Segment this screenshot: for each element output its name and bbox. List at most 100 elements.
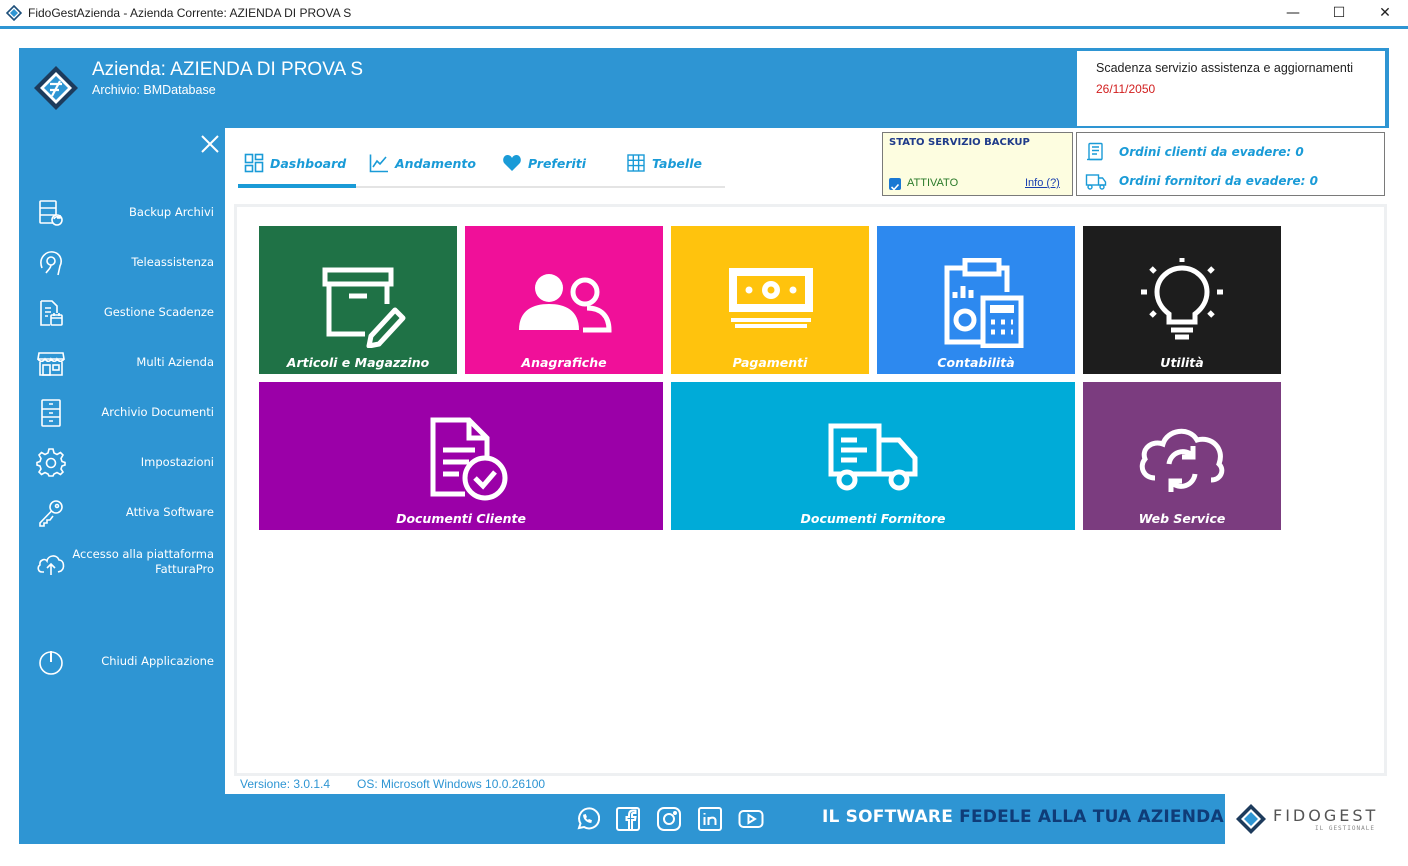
sidebar-item-chiudi-applicazione[interactable]: Chiudi Applicazione	[30, 641, 220, 681]
orders-suppliers-text: Ordini fornitori da evadere: 0	[1119, 174, 1318, 188]
tile-documenti-cliente[interactable]: Documenti Cliente	[259, 382, 663, 530]
key-icon	[39, 500, 63, 527]
sidebar-item-fatturapro[interactable]: Accesso alla piattaforma FatturaPro	[30, 542, 220, 582]
sidebar-item-label: Accesso alla piattaforma FatturaPro	[72, 547, 214, 576]
deadline-date: 26/11/2050	[1096, 82, 1156, 96]
youtube-icon[interactable]	[738, 806, 764, 832]
tab-dashboard[interactable]: Dashboard	[244, 140, 346, 186]
dashboard-icon	[244, 153, 264, 173]
close-window-button[interactable]: ✕	[1362, 0, 1408, 26]
tab-label: Andamento	[395, 155, 476, 171]
sidebar-item-label: Attiva Software	[125, 504, 214, 519]
tab-bar: Dashboard Andamento Preferiti Tabelle	[238, 140, 725, 188]
banknote-icon	[729, 268, 813, 328]
sidebar-item-archivio-documenti[interactable]: Archivio Documenti	[30, 392, 220, 432]
truck-icon	[828, 423, 918, 491]
sidebar-item-label: Multi Azienda	[136, 354, 214, 369]
tile-label: Anagrafiche	[521, 355, 607, 370]
check-icon	[890, 183, 900, 191]
close-sidebar-icon[interactable]	[199, 133, 221, 155]
database-refresh-icon	[39, 200, 63, 226]
maximize-button[interactable]: ☐	[1316, 0, 1362, 26]
footer-slogan: IL SOFTWARE FEDELE ALLA TUA AZIENDA	[822, 807, 1224, 827]
slogan-part-b: FEDELE ALLA TUA AZIENDA	[959, 807, 1224, 827]
orders-clients-row[interactable]: Ordini clienti da evadere: 0	[1085, 141, 1304, 163]
brand-subtitle: IL GESTIONALE	[1315, 825, 1375, 832]
minimize-button[interactable]: —	[1270, 0, 1316, 26]
version-text: Versione: 3.0.1.4	[240, 777, 331, 791]
archive-box-edit-icon	[322, 267, 406, 348]
cloud-upload-icon	[37, 555, 65, 575]
sidebar-item-multi-azienda[interactable]: Multi Azienda	[30, 342, 220, 382]
tile-pagamenti[interactable]: Pagamenti	[671, 226, 869, 374]
tile-label: Documenti Cliente	[396, 511, 526, 526]
slogan-part-a: IL SOFTWARE	[822, 807, 960, 827]
window-title: FidoGestAzienda - Azienda Corrente: AZIE…	[28, 6, 352, 20]
backup-status-text: ATTIVATO	[907, 177, 959, 189]
tab-label: Tabelle	[652, 155, 702, 171]
tile-label: Contabilità	[937, 355, 1015, 370]
cloud-sync-icon	[1139, 428, 1225, 492]
orders-panel: Ordini clienti da evadere: 0 Ordini forn…	[1076, 132, 1385, 196]
heart-icon	[503, 154, 521, 171]
tab-label: Preferiti	[528, 155, 587, 171]
order-list-icon	[1087, 142, 1103, 161]
tab-andamento[interactable]: Andamento	[369, 140, 476, 186]
sidebar-item-attiva-software[interactable]: Attiva Software	[30, 492, 220, 532]
sidebar-item-label: Impostazioni	[140, 454, 214, 469]
grid-icon	[627, 154, 645, 172]
sidebar-item-backup-archivi[interactable]: Backup Archivi	[30, 192, 220, 232]
sidebar-item-impostazioni[interactable]: Impostazioni	[30, 442, 220, 482]
company-name: Azienda: AZIENDA DI PROVA S	[92, 59, 364, 80]
tile-label: Pagamenti	[732, 355, 808, 370]
fidogest-brand-logo-icon	[1236, 804, 1266, 834]
linkedin-icon[interactable]	[697, 806, 723, 832]
lightbulb-icon	[1141, 258, 1223, 340]
archive-name: Archivio: BMDatabase	[92, 83, 216, 97]
sidebar-item-label: Backup Archivi	[129, 204, 214, 219]
gear-icon	[36, 448, 66, 477]
active-tab-indicator	[238, 184, 356, 188]
headset-icon	[40, 251, 62, 276]
os-text: OS: Microsoft Windows 10.0.26100	[357, 777, 546, 791]
sidebar-item-teleassistenza[interactable]: Teleassistenza	[30, 242, 220, 282]
backup-title: STATO SERVIZIO BACKUP	[889, 137, 1030, 148]
facebook-icon[interactable]	[615, 806, 641, 832]
backup-checkbox[interactable]	[889, 178, 901, 191]
backup-info-link[interactable]: Info (?)	[1025, 177, 1060, 189]
tile-documenti-fornitore[interactable]: Documenti Fornitore	[671, 382, 1075, 530]
tile-anagrafiche[interactable]: Anagrafiche	[465, 226, 663, 374]
sidebar-item-label: Teleassistenza	[131, 254, 214, 269]
whatsapp-icon[interactable]	[574, 806, 600, 832]
app-logo-icon	[6, 5, 22, 21]
power-icon	[39, 651, 63, 675]
tile-label: Utilità	[1160, 355, 1204, 370]
title-accent-line	[0, 26, 1408, 29]
instagram-icon[interactable]	[656, 806, 682, 832]
tile-web-service[interactable]: Web Service	[1083, 382, 1281, 530]
orders-clients-text: Ordini clienti da evadere: 0	[1119, 145, 1304, 159]
sidebar-item-label: Chiudi Applicazione	[101, 653, 214, 668]
delivery-truck-icon	[1085, 174, 1107, 190]
deadline-panel: Scadenza servizio assistenza e aggiornam…	[1075, 49, 1387, 128]
sidebar-item-label: Archivio Documenti	[101, 404, 214, 419]
brand-box: FIDOGEST IL GESTIONALE	[1225, 794, 1389, 844]
sidebar-item-gestione-scadenze[interactable]: Gestione Scadenze	[30, 292, 220, 332]
tile-contabilita[interactable]: Contabilità	[877, 226, 1075, 374]
tab-label: Dashboard	[270, 155, 347, 171]
deadline-label: Scadenza servizio assistenza e aggiornam…	[1096, 61, 1354, 75]
document-calendar-icon	[40, 300, 63, 326]
tab-preferiti[interactable]: Preferiti	[502, 140, 586, 186]
orders-suppliers-row[interactable]: Ordini fornitori da evadere: 0	[1085, 170, 1318, 192]
tab-tabelle[interactable]: Tabelle	[626, 140, 702, 186]
brand-name: FIDOGEST	[1273, 806, 1379, 825]
document-check-icon	[430, 417, 508, 501]
title-bar: FidoGestAzienda - Azienda Corrente: AZIE…	[0, 0, 1408, 26]
tile-label: Documenti Fornitore	[800, 511, 946, 526]
tile-utilita[interactable]: Utilità	[1083, 226, 1281, 374]
tile-articoli-magazzino[interactable]: Articoli e Magazzino	[259, 226, 457, 374]
clipboard-calculator-icon	[944, 258, 1024, 348]
users-icon	[519, 274, 612, 333]
cabinet-icon	[41, 399, 61, 427]
fidogest-logo-icon	[34, 66, 78, 110]
